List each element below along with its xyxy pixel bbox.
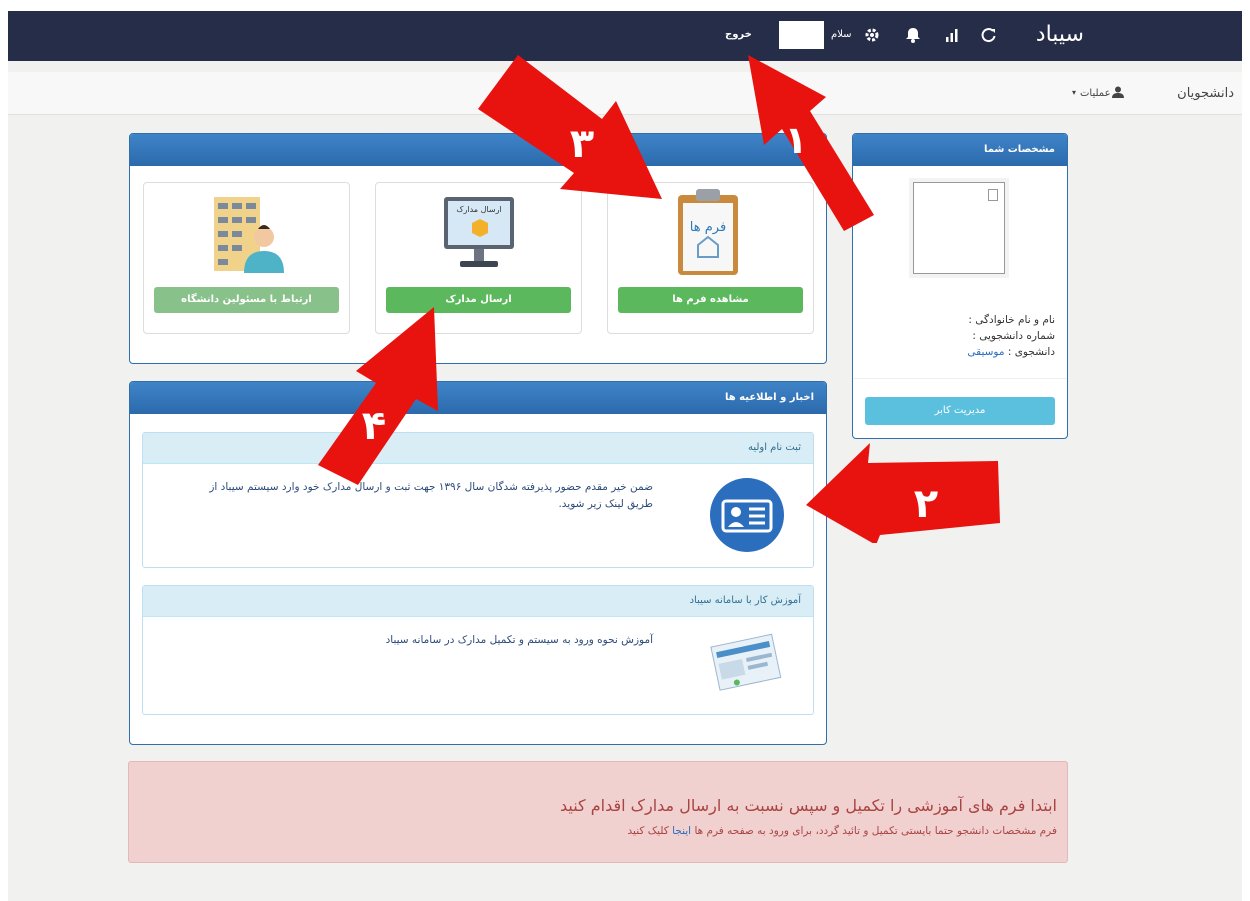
student-no-label: شماره دانشجویی : — [972, 330, 1055, 342]
annotation-arrow-1: ۱ — [748, 55, 874, 231]
clipboard-label: فرم ها — [690, 220, 726, 235]
manage-user-button[interactable]: مدیریت کابر — [865, 397, 1055, 425]
alert-text-after: کلیک کنید — [627, 825, 669, 837]
news-panel: اخبار و اطلاعیه ها ثبت نام اولیه ضمن خیر… — [129, 381, 827, 745]
profile-major: دانشجوی : موسیقی — [967, 344, 1055, 361]
annotation-arrow-3: ۳ — [478, 55, 662, 199]
students-nav-title[interactable]: دانشجویان — [1177, 86, 1234, 101]
gear-icon[interactable] — [863, 26, 881, 44]
annotation-arrow-2: ۲ — [806, 443, 1000, 543]
profile-divider — [853, 378, 1067, 379]
alert-title: ابتدا فرم های آموزشی را تکمیل و سپس نسبت… — [559, 796, 1057, 815]
news-item-title: آموزش کار با سامانه سیباد — [143, 586, 813, 617]
building-person-icon[interactable] — [208, 193, 286, 273]
student-label: دانشجوی : — [1007, 346, 1055, 358]
news-item: ثبت نام اولیه ضمن خیر مقدم حضور پذیرفته … — [142, 432, 814, 568]
username-box — [779, 21, 824, 49]
profile-name: نام و نام خانوادگی : — [968, 312, 1055, 329]
user-icon — [1112, 86, 1124, 98]
greeting-text: سلام — [831, 29, 852, 40]
annotation-number: ۱ — [784, 118, 807, 162]
top-bar: سیباد سلام خروج — [8, 11, 1242, 61]
profile-panel-header: مشخصات شما — [853, 134, 1067, 166]
chevron-down-icon[interactable]: ▾ — [1072, 88, 1076, 97]
operations-dropdown[interactable]: عملیات — [1080, 88, 1111, 99]
warning-alert: ابتدا فرم های آموزشی را تکمیل و سپس نسبت… — [128, 761, 1068, 863]
alert-link[interactable]: اینجا — [672, 825, 691, 837]
refresh-icon[interactable] — [980, 26, 998, 44]
news-item-text: آموزش نحوه ورود به سیستم و تکمیل مدارک د… — [385, 634, 653, 646]
bell-icon[interactable] — [904, 26, 922, 44]
major-link[interactable]: موسیقی — [967, 346, 1004, 358]
profile-photo — [913, 182, 1005, 274]
image-icon — [988, 189, 998, 201]
annotation-arrow-4: ۴ — [318, 307, 438, 485]
alert-text-before: فرم مشخصات دانشجو حتما بایستی تکمیل و تا… — [694, 825, 1057, 837]
annotation-number: ۴ — [362, 403, 386, 449]
annotation-number: ۳ — [570, 121, 594, 167]
news-item: آموزش کار با سامانه سیباد آموزش نحوه ورو… — [142, 585, 814, 715]
name-label: نام و نام خانوادگی : — [968, 314, 1055, 326]
annotation-number: ۲ — [914, 481, 938, 527]
logout-link[interactable]: خروج — [725, 29, 752, 40]
news-panel-header: اخبار و اطلاعیه ها — [130, 382, 826, 414]
tutorial-thumbnail-icon[interactable] — [709, 628, 785, 698]
page: سیباد سلام خروج دانشجویان عملیات ▾ مشخصا… — [8, 11, 1242, 901]
clipboard-forms-icon[interactable]: فرم ها — [672, 187, 744, 279]
alert-text: فرم مشخصات دانشجو حتما بایستی تکمیل و تا… — [628, 825, 1057, 837]
brand-title[interactable]: سیباد — [1036, 22, 1084, 47]
profile-student-no: شماره دانشجویی : — [972, 328, 1055, 345]
bar-chart-icon[interactable] — [943, 26, 961, 44]
id-card-icon[interactable] — [709, 477, 785, 553]
view-forms-button[interactable]: مشاهده فرم ها — [618, 287, 803, 313]
news-item-title: ثبت نام اولیه — [143, 433, 813, 464]
profile-panel: مشخصات شما نام و نام خانوادگی : شماره دا… — [852, 133, 1068, 439]
monitor-upload-icon[interactable]: ارسال مدارک — [442, 195, 516, 273]
monitor-label: ارسال مدارک — [456, 205, 501, 214]
